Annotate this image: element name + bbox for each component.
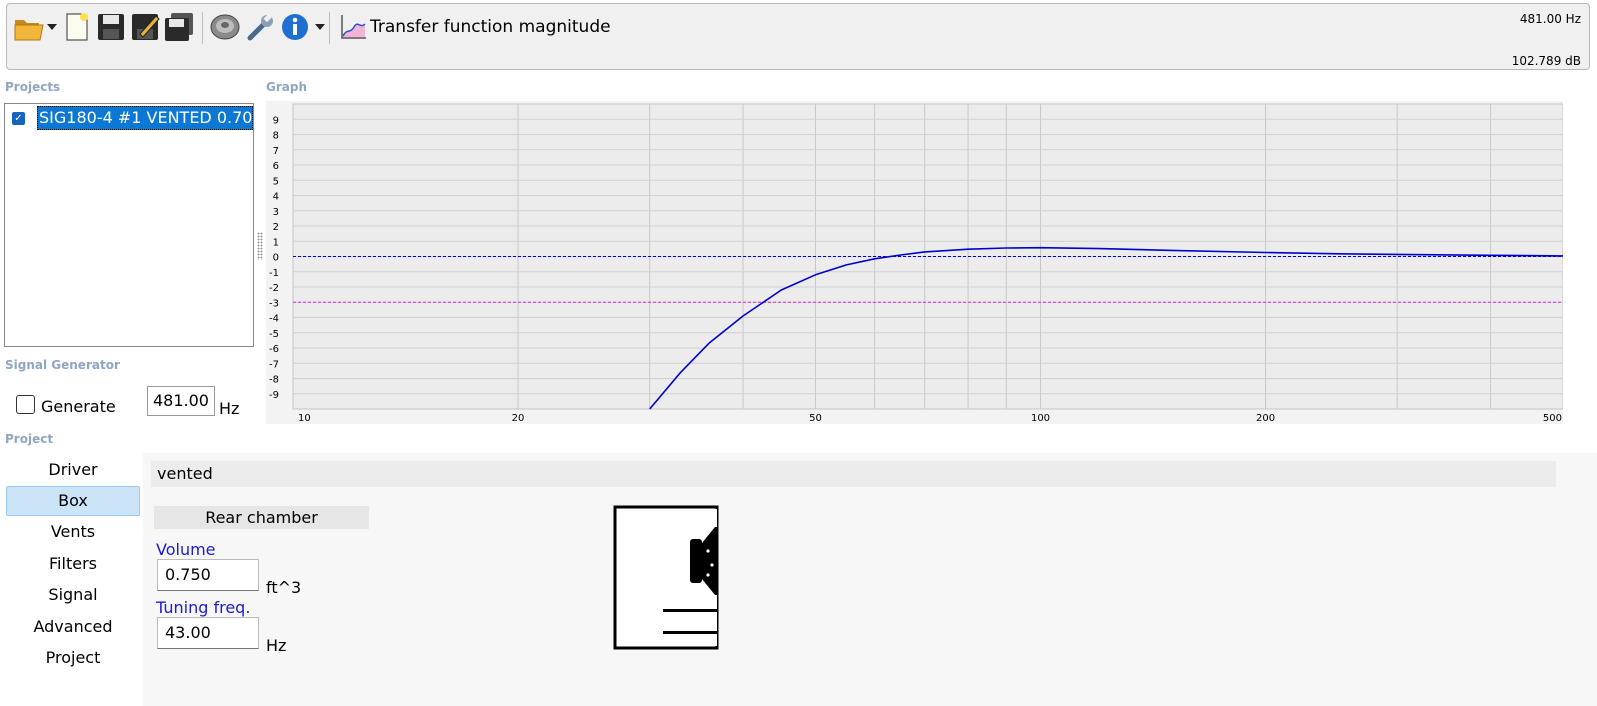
chevron-down-icon[interactable] xyxy=(47,24,57,30)
projects-section-label: Projects xyxy=(5,80,61,94)
x-tick-label: 200 xyxy=(1256,413,1275,424)
y-tick-label: 7 xyxy=(273,146,279,157)
y-tick-label: 1 xyxy=(273,237,279,248)
x-tick-label: 100 xyxy=(1031,413,1050,424)
y-tick-label: 5 xyxy=(273,176,279,187)
projects-list[interactable]: ✓ SIG180-4 #1 VENTED 0.700 xyxy=(4,103,254,347)
nav-item-signal[interactable]: Signal xyxy=(6,580,140,610)
save-icon[interactable] xyxy=(95,10,127,44)
transfer-function-graph[interactable]: 9876543210-1-2-3-4-5-6-7-8-9 10 20 50 100 20… xyxy=(266,101,1563,424)
volume-input[interactable]: 0.750 xyxy=(157,559,259,591)
y-tick-label: 6 xyxy=(273,161,279,172)
x-tick-label: 500 xyxy=(1543,413,1562,424)
driver-icon[interactable] xyxy=(209,10,241,44)
nav-item-project[interactable]: Project xyxy=(6,643,140,673)
y-tick-label: 3 xyxy=(273,207,279,218)
new-document-icon[interactable] xyxy=(61,10,93,44)
y-tick-label: 8 xyxy=(273,131,279,142)
wrench-icon[interactable] xyxy=(245,10,277,44)
toolbar-separator xyxy=(329,12,330,44)
toolbar: Transfer function magnitude 481.00 Hz 10… xyxy=(6,3,1590,70)
vented-box-diagram xyxy=(613,505,719,650)
project-checkbox[interactable]: ✓ xyxy=(12,112,25,125)
rear-chamber-header: Rear chamber xyxy=(154,506,369,529)
level-readout: 102.789 dB xyxy=(1511,54,1581,68)
volume-unit: ft^3 xyxy=(266,578,302,597)
project-nav: Driver Box Vents Filters Signal Advanced… xyxy=(0,453,143,706)
open-folder-icon[interactable] xyxy=(13,10,45,44)
y-tick-label: 4 xyxy=(273,192,279,203)
y-tick-label: 0 xyxy=(273,253,279,264)
generate-checkbox[interactable] xyxy=(16,395,35,414)
y-tick-label: -7 xyxy=(269,359,279,370)
frequency-readout: 481.00 Hz xyxy=(1519,12,1581,26)
graph-title: Transfer function magnitude xyxy=(370,17,611,37)
generator-frequency-unit: Hz xyxy=(219,399,240,418)
y-tick-label: -4 xyxy=(269,314,279,325)
y-tick-label: -2 xyxy=(269,283,279,294)
box-panel xyxy=(143,453,1597,706)
nav-item-driver[interactable]: Driver xyxy=(6,455,140,485)
y-tick-label: -9 xyxy=(269,390,279,401)
y-tick-label: 9 xyxy=(273,115,279,126)
project-item[interactable]: SIG180-4 #1 VENTED 0.700 xyxy=(37,106,253,130)
y-tick-label: -8 xyxy=(269,375,279,386)
save-as-icon[interactable] xyxy=(129,10,161,44)
volume-label: Volume xyxy=(156,540,216,559)
chevron-down-icon[interactable] xyxy=(315,24,325,30)
y-tick-label: -1 xyxy=(269,268,279,279)
tuning-freq-unit: Hz xyxy=(266,636,287,655)
signal-generator-section-label: Signal Generator xyxy=(5,358,120,372)
y-tick-label: -3 xyxy=(269,298,279,309)
nav-item-advanced[interactable]: Advanced xyxy=(6,612,140,642)
graph-icon[interactable] xyxy=(337,10,369,44)
save-all-icon[interactable] xyxy=(163,10,195,44)
generate-label: Generate xyxy=(41,397,116,416)
x-tick-label: 20 xyxy=(512,413,525,424)
splitter-handle[interactable] xyxy=(257,232,263,260)
generator-frequency-input[interactable]: 481.00 xyxy=(147,386,215,416)
nav-item-vents[interactable]: Vents xyxy=(6,517,140,547)
y-tick-label: -5 xyxy=(269,329,279,340)
info-icon[interactable] xyxy=(279,10,311,44)
box-type-label: vented xyxy=(151,461,1556,487)
graph-section-label: Graph xyxy=(266,80,307,94)
y-tick-label: 2 xyxy=(273,222,279,233)
project-section-label: Project xyxy=(5,432,54,446)
nav-item-box[interactable]: Box xyxy=(6,486,140,516)
nav-item-filters[interactable]: Filters xyxy=(6,549,140,579)
x-tick-label: 10 xyxy=(298,413,311,424)
y-tick-label: -6 xyxy=(269,344,279,355)
x-tick-label: 50 xyxy=(809,413,822,424)
tuning-freq-input[interactable]: 43.00 xyxy=(157,617,259,649)
tuning-freq-label: Tuning freq. xyxy=(156,598,251,617)
toolbar-separator xyxy=(202,12,203,44)
